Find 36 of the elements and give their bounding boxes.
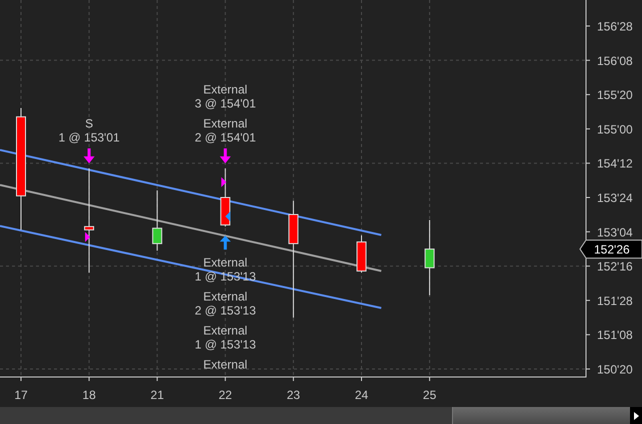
price-axis-label: 156'08 [597, 54, 633, 68]
price-axis-label: 153'04 [597, 225, 633, 240]
price-axis-label: 152'16 [597, 260, 633, 274]
price-axis-label: 155'00 [597, 122, 633, 136]
price-axis-label: 154'12 [597, 156, 633, 171]
trade-label: External [203, 358, 248, 372]
date-axis-label: 18 [82, 388, 96, 402]
price-axis-label: 156'28 [597, 20, 633, 34]
up-arrow-marker [220, 236, 231, 250]
date-axis-label: 24 [354, 388, 368, 402]
date-axis-label: 23 [286, 388, 300, 402]
candlestick [356, 234, 366, 274]
last-price-tag: 152'26 [579, 240, 642, 259]
fill-triangle-marker [225, 211, 230, 222]
price-axis-label: 155'20 [597, 88, 633, 102]
trade-label: S 1 @ 153'01 [58, 116, 120, 144]
candlestick [152, 190, 162, 252]
fill-triangle-marker [221, 177, 226, 188]
price-axis-label: 151'08 [597, 328, 633, 342]
date-axis-label: 25 [422, 388, 436, 402]
trade-label: External 3 @ 154'01 [194, 82, 256, 110]
date-axis-label: 21 [150, 388, 164, 402]
down-arrow-marker [220, 148, 231, 164]
date-axis-label: 17 [14, 388, 28, 402]
price-axis-label: 150'20 [597, 362, 633, 376]
scrollbar-thumb[interactable] [452, 407, 630, 424]
fill-triangle-marker [85, 232, 90, 242]
price-axis-label: 153'24 [597, 191, 633, 205]
down-arrow-marker [84, 148, 95, 164]
scroll-right-button[interactable] [630, 407, 642, 424]
price-axis-label: 151'28 [597, 294, 633, 308]
trade-label: External 2 @ 153'13 [194, 290, 256, 318]
trade-label: External 2 @ 154'01 [194, 116, 256, 144]
trade-label: External 1 @ 153'13 [194, 324, 256, 352]
date-axis-label: 22 [218, 388, 232, 402]
right-triangle-icon [634, 412, 638, 420]
